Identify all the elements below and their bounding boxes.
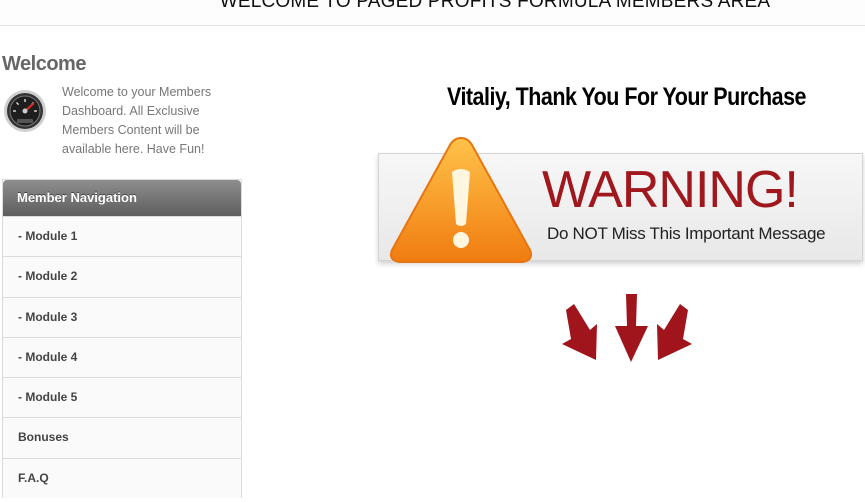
thank-you-heading: Vitaliy, Thank You For Your Purchase — [447, 83, 806, 111]
nav-item-module-3[interactable]: - Module 3 — [3, 296, 241, 337]
nav-item-module-1[interactable]: - Module 1 — [3, 216, 241, 257]
main-content: Vitaliy, Thank You For Your Purchase WAR… — [244, 26, 865, 502]
top-header: WELCOME TO PAGED PROFITS FORMULA MEMBERS… — [0, 0, 865, 26]
nav-header: Member Navigation — [3, 180, 241, 216]
nav-item-faq[interactable]: F.A.Q — [3, 457, 241, 499]
welcome-text: Welcome to your Members Dashboard. All E… — [62, 85, 212, 156]
down-arrows-icon — [562, 294, 692, 362]
speedometer-icon — [4, 90, 46, 132]
warning-subtitle: Do NOT Miss This Important Message — [547, 224, 826, 243]
warning-triangle-icon — [389, 136, 533, 263]
member-navigation: Member Navigation - Module 1 - Module 2 … — [2, 179, 242, 499]
nav-item-module-2[interactable]: - Module 2 — [3, 256, 241, 297]
warning-title: WARNING! — [542, 161, 799, 219]
nav-item-module-5[interactable]: - Module 5 — [3, 377, 241, 418]
nav-item-bonuses[interactable]: Bonuses — [3, 417, 241, 458]
nav-item-module-4[interactable]: - Module 4 — [3, 336, 241, 378]
site-title: WELCOME TO PAGED PROFITS FORMULA MEMBERS… — [219, 0, 771, 12]
welcome-title: Welcome — [2, 53, 86, 75]
warning-banner: WARNING! Do NOT Miss This Important Mess… — [376, 130, 865, 270]
page: WELCOME TO PAGED PROFITS FORMULA MEMBERS… — [0, 0, 865, 502]
